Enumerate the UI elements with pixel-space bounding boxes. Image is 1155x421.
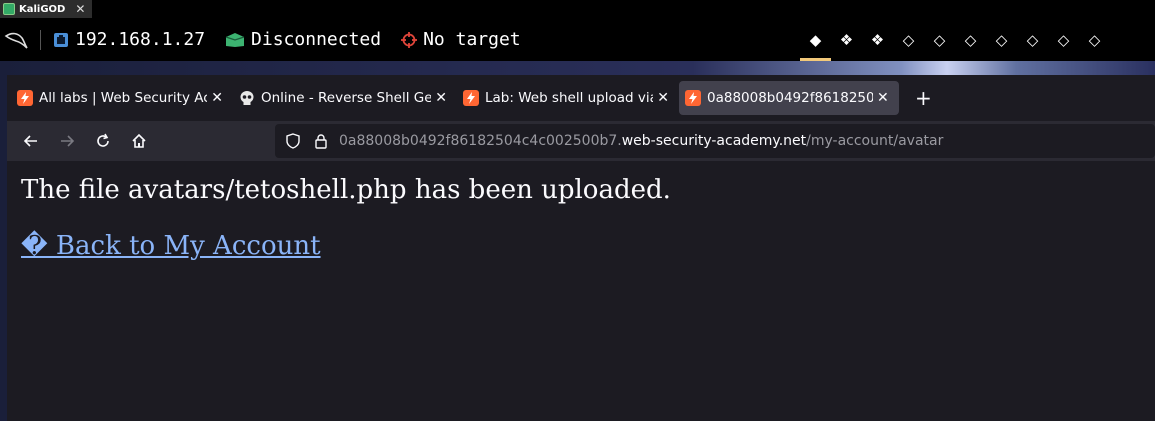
page-content: The file avatars/tetoshell.php has been … (7, 161, 1155, 421)
panel-divider (40, 29, 41, 50)
workspace-4[interactable]: ◇ (893, 18, 924, 61)
home-button[interactable] (121, 125, 157, 157)
reload-button[interactable] (85, 125, 121, 157)
tab-close-icon[interactable]: ✕ (211, 90, 223, 106)
vpn-box-icon (225, 32, 245, 47)
tab-reverse-shell[interactable]: Online - Reverse Shell Ge ✕ (233, 81, 453, 115)
tab-label: Online - Reverse Shell Ge (261, 90, 432, 106)
workspace-7[interactable]: ◇ (986, 18, 1017, 61)
tab-lab-instance[interactable]: 0a88008b0492f8618250 ✕ (679, 81, 899, 115)
workspace-8[interactable]: ◇ (1017, 18, 1048, 61)
back-to-account-link[interactable]: � Back to My Account (21, 231, 321, 261)
workspace-9[interactable]: ◇ (1048, 18, 1079, 61)
workspace-1[interactable]: ◆ (800, 18, 831, 61)
target-indicator: No target (401, 29, 521, 50)
kali-dragon-icon[interactable] (4, 30, 28, 50)
url-prefix: 0a88008b0492f86182504c4c002500b7. (339, 133, 622, 149)
url-domain: web-security-academy.net (621, 133, 807, 149)
url-path: /my-account/avatar (806, 133, 944, 149)
network-icon (54, 32, 68, 47)
home-icon (132, 133, 146, 148)
portswigger-icon (17, 90, 33, 106)
arrow-left-icon (23, 135, 37, 147)
workspace-2[interactable]: ❖ (831, 18, 862, 61)
shield-icon (286, 133, 300, 149)
ip-indicator: 192.168.1.27 (53, 29, 205, 50)
workspace-3[interactable]: ❖ (862, 18, 893, 61)
window-title: KaliGOD (19, 3, 66, 15)
close-icon[interactable]: ✕ (75, 2, 85, 16)
arrow-right-icon (61, 135, 75, 147)
terminal-icon (3, 3, 15, 15)
portswigger-icon (463, 90, 479, 106)
nav-bar: 0a88008b0492f86182504c4c002500b7.web-sec… (7, 121, 1155, 161)
padlock-icon (315, 134, 327, 149)
lock-icon[interactable] (307, 133, 335, 149)
tab-close-icon[interactable]: ✕ (657, 90, 669, 106)
top-panel: 192.168.1.27 Disconnected No target ◆ ❖ … (0, 18, 1155, 61)
new-tab-button[interactable]: + (915, 86, 932, 110)
tab-label: All labs | Web Security Ac (39, 90, 208, 106)
crosshair-icon (401, 31, 418, 48)
tab-all-labs[interactable]: All labs | Web Security Ac ✕ (11, 81, 229, 115)
ip-address: 192.168.1.27 (75, 29, 206, 50)
target-status: No target (423, 29, 521, 50)
forward-button[interactable] (49, 125, 85, 157)
browser-window: All labs | Web Security Ac ✕ Online - Re… (7, 75, 1155, 421)
window-title-tab[interactable]: KaliGOD ✕ (0, 0, 92, 18)
tab-close-icon[interactable]: ✕ (877, 90, 889, 106)
reload-icon (97, 133, 109, 147)
vpn-indicator: Disconnected (225, 29, 381, 50)
tab-label: Lab: Web shell upload via (485, 90, 654, 106)
skull-icon (240, 91, 254, 105)
url-text[interactable]: 0a88008b0492f86182504c4c002500b7.web-sec… (339, 133, 943, 149)
upload-message: The file avatars/tetoshell.php has been … (21, 175, 671, 205)
tab-label: 0a88008b0492f8618250 (707, 90, 873, 106)
tab-close-icon[interactable]: ✕ (435, 90, 447, 106)
tab-bar: All labs | Web Security Ac ✕ Online - Re… (7, 75, 1155, 121)
vpn-status: Disconnected (251, 29, 382, 50)
url-bar[interactable]: 0a88008b0492f86182504c4c002500b7.web-sec… (275, 124, 1155, 158)
back-button[interactable] (13, 125, 49, 157)
tracking-protection-icon[interactable] (279, 133, 307, 149)
tab-web-shell-lab[interactable]: Lab: Web shell upload via ✕ (457, 81, 675, 115)
workspace-switcher: ◆ ❖ ❖ ◇ ◇ ◇ ◇ ◇ ◇ ◇ (800, 18, 1110, 61)
workspace-6[interactable]: ◇ (955, 18, 986, 61)
workspace-10[interactable]: ◇ (1079, 18, 1110, 61)
portswigger-icon (685, 90, 701, 106)
workspace-5[interactable]: ◇ (924, 18, 955, 61)
